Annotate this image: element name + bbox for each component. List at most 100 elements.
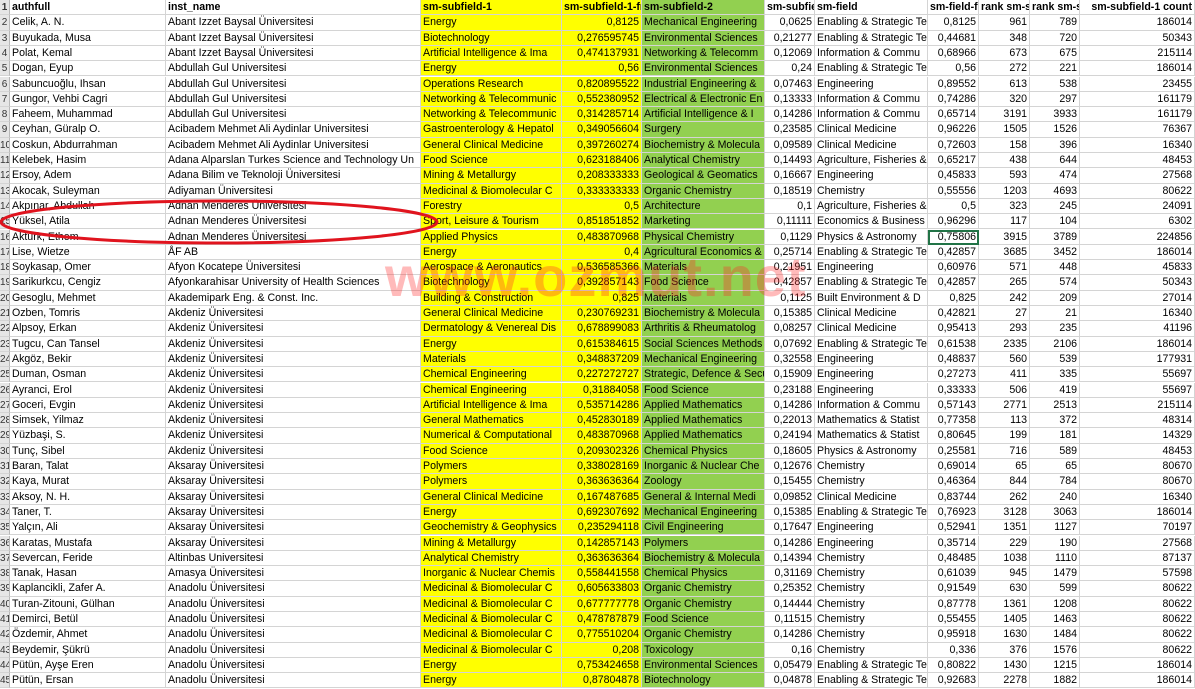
row-number[interactable]: 29 <box>0 428 10 444</box>
table-cell[interactable]: Environmental Sciences <box>642 61 765 77</box>
table-cell[interactable]: 0,18605 <box>765 443 815 459</box>
table-cell[interactable]: 0,14286 <box>765 535 815 551</box>
table-cell[interactable]: Information & Commu <box>815 397 928 414</box>
table-cell[interactable]: Physics & Astronomy <box>815 443 928 459</box>
table-cell[interactable]: 161179 <box>1080 91 1195 108</box>
table-cell[interactable]: 0,96296 <box>928 214 979 230</box>
table-cell[interactable]: 0,5 <box>562 198 642 215</box>
table-cell[interactable]: 0,1129 <box>765 229 815 245</box>
table-cell[interactable]: Gungor, Vehbi Cagri <box>10 91 166 108</box>
table-cell[interactable]: Polymers <box>642 535 765 551</box>
table-cell[interactable]: Polat, Kemal <box>10 45 166 62</box>
table-cell[interactable]: 0,48837 <box>928 351 979 368</box>
table-cell[interactable]: Environmental Sciences <box>642 30 765 46</box>
table-cell[interactable]: Anadolu Üniversitesi <box>166 642 421 658</box>
table-cell[interactable]: 599 <box>1030 581 1080 597</box>
table-cell[interactable]: Gastroenterology & Hepatol <box>421 122 562 138</box>
row-number[interactable]: 12 <box>0 168 10 184</box>
table-cell[interactable]: 0,87778 <box>928 596 979 612</box>
table-cell[interactable]: 0,276595745 <box>562 30 642 46</box>
table-cell[interactable]: Abdullah Gul Universitesi <box>166 91 421 108</box>
table-cell[interactable]: 0,452830189 <box>562 413 642 429</box>
table-cell[interactable]: 41196 <box>1080 321 1195 337</box>
table-cell[interactable]: Abdullah Gul Universitesi <box>166 107 421 123</box>
table-cell[interactable]: 961 <box>979 15 1030 31</box>
table-cell[interactable]: Inorganic & Nuclear Che <box>642 459 765 475</box>
table-cell[interactable]: Duman, Osman <box>10 367 166 383</box>
table-cell[interactable]: Biochemistry & Molecula <box>642 137 765 153</box>
table-cell[interactable]: General Clinical Medicine <box>421 137 562 153</box>
table-cell[interactable]: Akgöz, Bekir <box>10 351 166 368</box>
table-cell[interactable]: 0,48485 <box>928 550 979 567</box>
table-cell[interactable]: 0,07463 <box>765 76 815 92</box>
table-cell[interactable]: 0,42857 <box>928 275 979 291</box>
table-cell[interactable]: Altinbas Universitesi <box>166 550 421 567</box>
table-cell[interactable]: Agriculture, Fisheries & <box>815 153 928 169</box>
row-number[interactable]: 13 <box>0 183 10 199</box>
table-cell[interactable]: Akdeniz Üniversitesi <box>166 321 421 337</box>
table-cell[interactable]: 0,72603 <box>928 137 979 153</box>
table-cell[interactable]: 0,57143 <box>928 397 979 414</box>
table-cell[interactable]: Simsek, Yilmaz <box>10 413 166 429</box>
table-cell[interactable]: Akdeniz Üniversitesi <box>166 367 421 383</box>
column-header[interactable]: sm-subfield-2 <box>642 0 765 16</box>
table-cell[interactable]: Amasya Üniversitesi <box>166 566 421 582</box>
table-cell[interactable]: 0,478787879 <box>562 612 642 628</box>
table-cell[interactable]: 613 <box>979 76 1030 92</box>
table-cell[interactable]: Chemistry <box>815 550 928 567</box>
table-cell[interactable]: Alpsoy, Erkan <box>10 321 166 337</box>
table-cell[interactable]: Zoology <box>642 474 765 490</box>
table-cell[interactable]: Mathematics & Statist <box>815 428 928 444</box>
table-cell[interactable]: 0,09589 <box>765 137 815 153</box>
table-cell[interactable]: Materials <box>642 260 765 276</box>
table-cell[interactable]: Chemical Physics <box>642 443 765 459</box>
table-cell[interactable]: 0,24 <box>765 61 815 77</box>
table-cell[interactable]: 0,615384615 <box>562 336 642 352</box>
table-cell[interactable]: 4693 <box>1030 183 1080 199</box>
table-cell[interactable]: Economics & Business <box>815 214 928 230</box>
table-cell[interactable]: Aerospace & Aeronautics <box>421 260 562 276</box>
table-cell[interactable]: 0,56 <box>562 61 642 77</box>
table-cell[interactable]: Chemical Engineering <box>421 382 562 398</box>
table-cell[interactable]: Polymers <box>421 474 562 490</box>
table-cell[interactable]: 186014 <box>1080 15 1195 31</box>
table-cell[interactable]: Aksaray Üniversitesi <box>166 459 421 475</box>
table-cell[interactable]: 80622 <box>1080 627 1195 643</box>
table-cell[interactable]: 0,65714 <box>928 107 979 123</box>
table-cell[interactable]: Adana Bilim ve Teknoloji Üniversitesi <box>166 168 421 184</box>
table-cell[interactable]: Abdullah Gul Universitesi <box>166 61 421 77</box>
table-cell[interactable]: 539 <box>1030 351 1080 368</box>
table-cell[interactable]: 0,05479 <box>765 657 815 674</box>
table-cell[interactable]: Engineering <box>815 76 928 92</box>
table-cell[interactable]: 0,483870968 <box>562 229 642 245</box>
table-cell[interactable]: Geochemistry & Geophysics <box>421 520 562 536</box>
table-cell[interactable]: Organic Chemistry <box>642 596 765 612</box>
table-cell[interactable]: Chemistry <box>815 474 928 490</box>
table-cell[interactable]: Toxicology <box>642 642 765 658</box>
table-cell[interactable]: 0,61538 <box>928 336 979 352</box>
table-cell[interactable]: Information & Commu <box>815 45 928 62</box>
table-cell[interactable]: 335 <box>1030 367 1080 383</box>
table-cell[interactable]: 675 <box>1030 45 1080 62</box>
table-cell[interactable]: Goceri, Evgin <box>10 397 166 414</box>
table-cell[interactable]: 48453 <box>1080 443 1195 459</box>
table-cell[interactable]: Chemistry <box>815 183 928 199</box>
table-cell[interactable]: Acibadem Mehmet Ali Aydinlar Universites… <box>166 122 421 138</box>
table-cell[interactable]: Aksaray Üniversitesi <box>166 489 421 505</box>
table-cell[interactable]: Analytical Chemistry <box>421 550 562 567</box>
table-cell[interactable]: 80622 <box>1080 612 1195 628</box>
row-number[interactable]: 32 <box>0 474 10 490</box>
table-cell[interactable]: Artificial Intelligence & I <box>642 107 765 123</box>
table-cell[interactable]: 2513 <box>1030 397 1080 414</box>
table-cell[interactable]: Energy <box>421 336 562 352</box>
table-cell[interactable]: Organic Chemistry <box>642 183 765 199</box>
row-number[interactable]: 27 <box>0 397 10 414</box>
table-cell[interactable]: Akdeniz Üniversitesi <box>166 336 421 352</box>
table-cell[interactable]: Built Environment & D <box>815 290 928 306</box>
table-cell[interactable]: Forestry <box>421 198 562 215</box>
table-cell[interactable]: 1361 <box>979 596 1030 612</box>
table-cell[interactable]: 720 <box>1030 30 1080 46</box>
table-cell[interactable]: 1505 <box>979 122 1030 138</box>
table-cell[interactable]: 177931 <box>1080 351 1195 368</box>
table-cell[interactable]: Numerical & Computational <box>421 428 562 444</box>
